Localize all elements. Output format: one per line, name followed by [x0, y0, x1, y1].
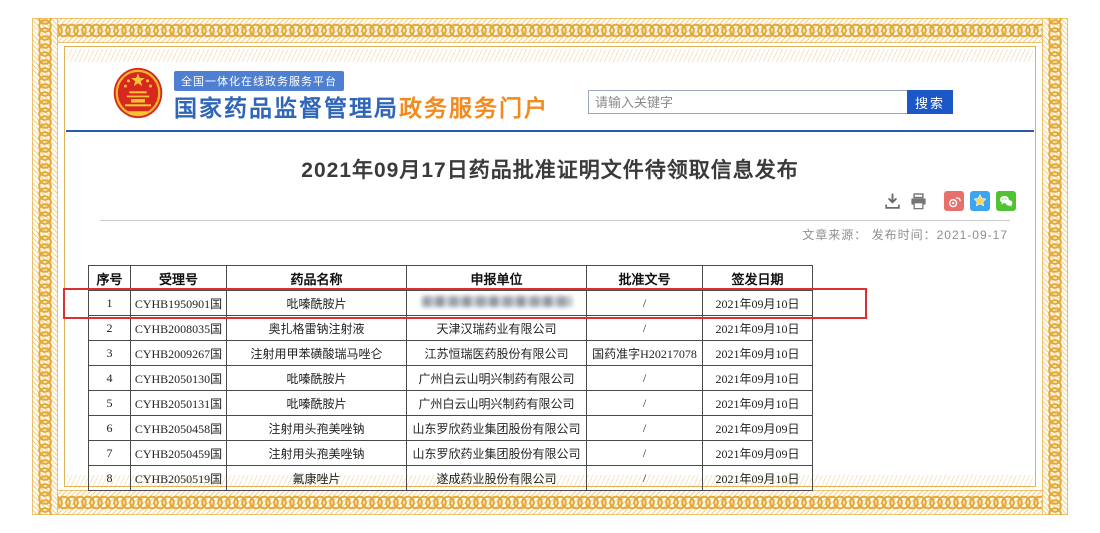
table-cell: CYHB2008035国 [131, 316, 227, 341]
frame-band-right [1042, 18, 1068, 515]
records-table: 序号受理号药品名称申报单位批准文号签发日期 1CYHB1950901国吡嗪酰胺片… [88, 265, 813, 491]
table-cell: 遂成药业股份有限公司 [407, 466, 587, 491]
table-cell: 氟康唑片 [227, 466, 407, 491]
table-cell: 2021年09月10日 [703, 316, 813, 341]
weibo-share-icon[interactable] [944, 191, 964, 211]
table-cell: / [587, 391, 703, 416]
meta-divider [100, 220, 1010, 221]
table-cell: CYHB2050131国 [131, 391, 227, 416]
redacted-applicant [422, 296, 572, 307]
site-header: 全国一体化在线政务服务平台 国家药品监督管理局政务服务门户 搜索 [66, 48, 1034, 132]
article-toolbar [882, 191, 1016, 211]
column-header: 药品名称 [227, 266, 407, 291]
table-cell: 6 [89, 416, 131, 441]
table-cell: 吡嗪酰胺片 [227, 291, 407, 316]
platform-badge: 全国一体化在线政务服务平台 [174, 71, 344, 91]
site-title: 国家药品监督管理局政务服务门户 [174, 89, 549, 123]
table-row: 7CYHB2050459国注射用头孢美唑钠山东罗欣药业集团股份有限公司/2021… [89, 441, 813, 466]
table-cell: 吡嗪酰胺片 [227, 391, 407, 416]
table-row: 2CYHB2008035国奥扎格雷钠注射液天津汉瑞药业有限公司/2021年09月… [89, 316, 813, 341]
site-title-primary: 国家药品监督管理局 [174, 95, 399, 121]
column-header: 签发日期 [703, 266, 813, 291]
table-cell: CYHB2050458国 [131, 416, 227, 441]
table-cell: 2021年09月09日 [703, 441, 813, 466]
certificate-page: 全国一体化在线政务服务平台 国家药品监督管理局政务服务门户 搜索 2021年09… [0, 0, 1100, 533]
table-cell: 山东罗欣药业集团股份有限公司 [407, 416, 587, 441]
article-title: 2021年09月17日药品批准证明文件待领取信息发布 [66, 154, 1034, 184]
table-cell: 2021年09月10日 [703, 366, 813, 391]
table-cell: 2021年09月09日 [703, 416, 813, 441]
download-icon[interactable] [882, 191, 902, 211]
search-input[interactable] [588, 90, 916, 114]
table-cell: 4 [89, 366, 131, 391]
table-cell: 7 [89, 441, 131, 466]
table-cell: 2021年09月10日 [703, 291, 813, 316]
table-row: 3CYHB2009267国注射用甲苯磺酸瑞马唑仑江苏恒瑞医药股份有限公司国药准字… [89, 341, 813, 366]
search-button[interactable]: 搜索 [907, 90, 953, 114]
table-cell: 注射用头孢美唑钠 [227, 416, 407, 441]
print-icon[interactable] [908, 191, 928, 211]
table-cell: 天津汉瑞药业有限公司 [407, 316, 587, 341]
table-cell: 1 [89, 291, 131, 316]
table-row: 6CYHB2050458国注射用头孢美唑钠山东罗欣药业集团股份有限公司/2021… [89, 416, 813, 441]
table-cell: / [587, 316, 703, 341]
table-cell: 2021年09月10日 [703, 341, 813, 366]
table-cell: 2 [89, 316, 131, 341]
wechat-share-icon[interactable] [996, 191, 1016, 211]
table-cell: / [587, 466, 703, 491]
table-row: 8CYHB2050519国氟康唑片遂成药业股份有限公司/2021年09月10日 [89, 466, 813, 491]
table-cell: CYHB2009267国 [131, 341, 227, 366]
table-cell: 江苏恒瑞医药股份有限公司 [407, 341, 587, 366]
table-cell: / [587, 366, 703, 391]
frame-band-top [32, 18, 1068, 43]
table-cell: 3 [89, 341, 131, 366]
table-cell: 广州白云山明兴制药有限公司 [407, 366, 587, 391]
webpage-content: 全国一体化在线政务服务平台 国家药品监督管理局政务服务门户 搜索 2021年09… [66, 48, 1034, 494]
table-cell: 8 [89, 466, 131, 491]
table-cell: 国药准字H20217078 [587, 341, 703, 366]
table-header-row: 序号受理号药品名称申报单位批准文号签发日期 [89, 266, 813, 291]
table-row: 4CYHB2050130国吡嗪酰胺片广州白云山明兴制药有限公司/2021年09月… [89, 366, 813, 391]
table-cell: 奥扎格雷钠注射液 [227, 316, 407, 341]
national-emblem-logo [112, 66, 164, 120]
article-meta: 文章来源： 发布时间：2021-09-17 [802, 226, 1008, 243]
qzone-share-icon[interactable] [970, 191, 990, 211]
table-cell: 山东罗欣药业集团股份有限公司 [407, 441, 587, 466]
table-row: 5CYHB2050131国吡嗪酰胺片广州白云山明兴制药有限公司/2021年09月… [89, 391, 813, 416]
table-cell: / [587, 441, 703, 466]
table-cell: / [587, 416, 703, 441]
table-cell: 2021年09月10日 [703, 391, 813, 416]
table-cell [407, 291, 587, 316]
column-header: 批准文号 [587, 266, 703, 291]
table-cell: CYHB2050130国 [131, 366, 227, 391]
column-header: 序号 [89, 266, 131, 291]
column-header: 申报单位 [407, 266, 587, 291]
table-row: 1CYHB1950901国吡嗪酰胺片 /2021年09月10日 [89, 291, 813, 316]
table-cell: CYHB1950901国 [131, 291, 227, 316]
table-cell: 5 [89, 391, 131, 416]
column-header: 受理号 [131, 266, 227, 291]
table-cell: / [587, 291, 703, 316]
table-cell: CYHB2050459国 [131, 441, 227, 466]
table-cell: 吡嗪酰胺片 [227, 366, 407, 391]
table-cell: 注射用甲苯磺酸瑞马唑仑 [227, 341, 407, 366]
table-cell: 注射用头孢美唑钠 [227, 441, 407, 466]
table-cell: 广州白云山明兴制药有限公司 [407, 391, 587, 416]
table-cell: CYHB2050519国 [131, 466, 227, 491]
site-title-secondary: 政务服务门户 [399, 95, 549, 121]
table-cell: 2021年09月10日 [703, 466, 813, 491]
frame-band-left [32, 18, 58, 515]
